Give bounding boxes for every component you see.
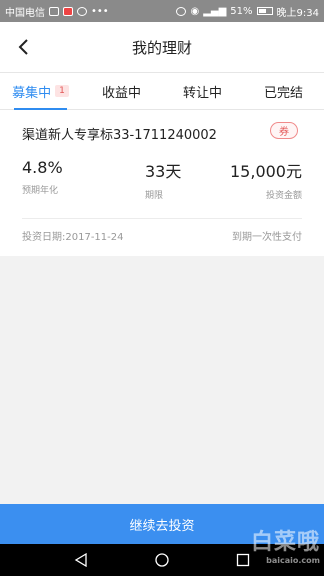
coupon-badge: 券 [270, 122, 298, 139]
tab-label: 募集中 [12, 85, 52, 101]
app-notification-icon [63, 6, 73, 16]
product-name: 渠道新人专享标33-1711240002 [22, 128, 217, 143]
investment-card[interactable]: 渠道新人专享标33-1711240002 券 4.8% 预期年化 33天 期限 … [0, 110, 324, 256]
watermark-text: 白菜哦 [250, 530, 320, 555]
clock: 晚上9:34 [276, 7, 319, 19]
investment-date: 投资日期:2017-11-24 [22, 232, 124, 243]
repayment-method: 到期一次性支付 [232, 232, 302, 243]
nav-back-icon[interactable] [74, 553, 88, 567]
amount-label: 投资金额 [265, 191, 302, 201]
term-stat: 33天 期限 [145, 158, 181, 201]
amount-value: 15,000元 [230, 162, 302, 181]
watermark-logo: 白菜哦 baicaio.com [251, 524, 320, 565]
tab-label: 转让中 [182, 85, 222, 101]
alarm-icon [176, 6, 187, 16]
amount-stat: 15,000元 投资金额 [230, 158, 302, 201]
tab-completed[interactable]: 已完结 [243, 73, 324, 109]
tab-fundraising[interactable]: 募集中 1 [0, 73, 81, 110]
battery-percent: 51% [230, 5, 253, 17]
signal-icon: ▂▄▆ [203, 5, 227, 17]
page-title: 我的理财 [131, 38, 192, 57]
tab-bar: 募集中 1 收益中 转让中 已完结 [0, 72, 324, 110]
carrier-label: 中国电信 [5, 7, 45, 19]
more-notifications-icon: ••• [91, 5, 109, 17]
message-icon [77, 6, 87, 16]
term-label: 期限 [145, 191, 164, 201]
tab-label: 收益中 [101, 85, 141, 101]
back-arrow-icon[interactable] [16, 39, 32, 55]
rate-stat: 4.8% 预期年化 [22, 158, 63, 196]
nav-home-icon[interactable] [155, 553, 169, 567]
count-badge: 1 [55, 85, 69, 97]
term-value: 33天 [145, 162, 182, 181]
watermark-sub: baicaio.com [266, 556, 320, 565]
tab-earning[interactable]: 收益中 [81, 73, 162, 109]
status-bar: 中国电信 ••• ◉ ▂▄▆ 51% 晚上9:34 [0, 0, 324, 22]
notification-icon [49, 6, 59, 16]
tab-label: 已完结 [263, 85, 303, 101]
battery-icon [256, 7, 273, 15]
divider [22, 218, 302, 219]
rate-value: 4.8% [22, 158, 63, 177]
nav-bar: 我的理财 [0, 22, 324, 72]
nav-recents-icon[interactable] [236, 553, 250, 567]
eye-icon: ◉ [190, 5, 200, 17]
tab-transferring[interactable]: 转让中 [162, 73, 243, 109]
rate-label: 预期年化 [22, 186, 59, 196]
